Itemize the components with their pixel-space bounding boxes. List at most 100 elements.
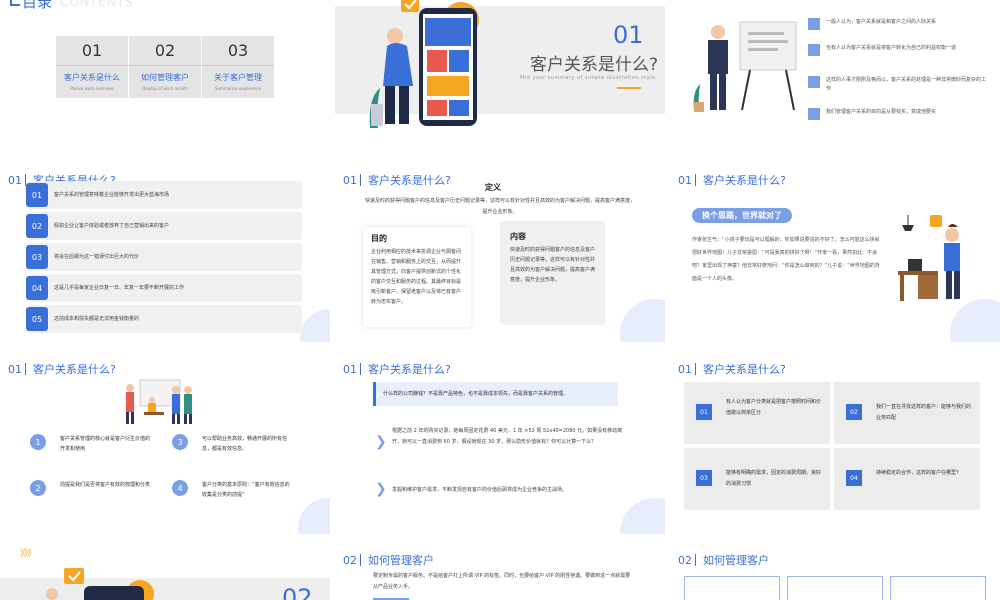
bullet-item-4: 我们管理客户关系的目的是从要找买，变成他要买 (808, 108, 988, 120)
item-number-badge: 05 (26, 307, 48, 331)
number-circle-icon: 4 (172, 480, 188, 496)
bullet-square-icon (808, 44, 820, 56)
slide-presenter-bullets[interactable]: 一般人认为，客户关系就是和客户之间的人际关系 也有人认为客户关系就是将客户转化为… (670, 0, 1000, 153)
bullet-item-1: 一般人认为，客户关系就是和客户之间的人际关系 (808, 18, 988, 30)
content-heading: 内容 (510, 232, 526, 241)
slide-manage-customers-2[interactable]: 02 如何管理客户 (670, 540, 1000, 600)
slide-title: 客户关系是什么? (368, 363, 451, 376)
goal-text: 企业利用相应的技术来协调企业与顾客间在销售、营销和服务上的交互，从而提升其管理方… (371, 249, 462, 305)
item-text: 将会在后期为这一错误付出巨大的代价 (54, 254, 140, 260)
slide-definition[interactable]: 01 客户关系是什么? 定义 快速及时的获得问题客户的信息及客户历史问题记录等，… (335, 159, 665, 342)
contents-item-num: 03 (227, 41, 249, 60)
card-number-badge: 03 (696, 470, 712, 486)
bullet-text: 我们管理客户关系的目的是从要找买，变成他要买 (826, 109, 937, 115)
section-underline (617, 87, 641, 89)
outline-card (890, 576, 986, 600)
banner-text: 什么样的公司赚钱？不是靠产品特色，也不是靠成本领先，而是靠客户关系的管理。 (383, 391, 569, 397)
slide-numbered-list[interactable]: 01 客户关系是什么? 01 客户关系的管理意味着企业能够开发出更大蓝海市场 0… (0, 159, 330, 342)
contents-title-bar (10, 0, 20, 6)
card-number-badge: 02 (846, 404, 862, 420)
circle-item-1: 1 客户关系管理的核心就是客户衍生价值的开发和使用 (30, 434, 150, 454)
banner-accent (373, 382, 376, 406)
presenter-illustration (693, 21, 797, 112)
contents-item-sub: Display of work results (142, 86, 188, 91)
slide-number: 01 (8, 174, 22, 187)
number-circle-icon: 3 (172, 434, 188, 450)
slide-circle-list[interactable]: 01 客户关系是什么? 1 客户关系管理的核心就是客户衍生价值的开发和使用 3 … (0, 348, 330, 534)
intro-text: 要定制专属的客户服务、不是给客户打上所谓 VIP 的标签。同时，也要给客户 VI… (373, 573, 631, 590)
contents-item-3[interactable]: 03 关于客户管理 Summarize experience (202, 36, 274, 98)
item-number-badge: 01 (26, 183, 48, 207)
desk-illustration (898, 215, 960, 301)
grid-card: 04 持续稳定的合作，这样的客户在哪里？ (834, 448, 980, 510)
card-text: 能够有明确的需求，固定的消费周期，良好的消费习惯 (726, 470, 822, 487)
item-text: 假如企业让客户体验或者放弃了自己营销出来的客户 (54, 223, 170, 229)
chevrons: 》》》 (20, 549, 36, 559)
number-circle-icon: 1 (30, 434, 46, 450)
circle-item-text: 可以帮助业务高效，畅通开展的所有信息，都是有效信息。 (202, 436, 288, 452)
highlight-banner: 什么样的公司赚钱？不是靠产品特色，也不是靠成本领先，而是靠客户关系的管理。 (373, 382, 618, 406)
card-text: 有人认为客户分类就是把客户按照时间和价值做以简单区分 (726, 399, 822, 416)
section-title: 客户关系是什么? (530, 55, 659, 75)
slide-number: 01 (343, 363, 357, 376)
content-card: 内容 快速及时的获得问题客户的信息及客户历史问题记录等，这样可以有针对性并且高效… (500, 221, 605, 325)
slide-grid: 目录 CONTENTS 01 客户关系是什么 Please work overv… (0, 0, 1000, 600)
chevron-right-icon: ❯ (375, 481, 387, 497)
item-number-badge: 04 (26, 276, 48, 300)
contents-item-2[interactable]: 02 如何管理客户 Display of work results (129, 36, 201, 98)
card-number-badge: 04 (846, 470, 862, 486)
grid-card: 02 我们一直在寻找这样的客户：能够与我们的业务匹配 (834, 382, 980, 444)
list-item: 04 这是几乎是每家企业日复一日、年复一年要不断开展的工作 (26, 274, 302, 302)
card-text: 我们一直在寻找这样的客户：能够与我们的业务匹配 (876, 404, 972, 421)
slide-title: 客户关系是什么? (703, 363, 786, 376)
goal-card: 目的 企业利用相应的技术来协调企业与顾客间在销售、营销和服务上的交互，从而提升其… (363, 227, 471, 327)
slide-number: 01 (8, 363, 22, 376)
contents-item-num: 02 (154, 41, 176, 60)
team-illustration (126, 379, 192, 424)
outline-card (684, 576, 780, 600)
slide-story[interactable]: 01 客户关系是什么? 换个思路，世界就对了 作家张生气：“小孩子要玩是可以理解… (670, 159, 1000, 342)
contents-item-label: 如何管理客户 (141, 73, 189, 82)
slide-title: 如何管理客户 (703, 554, 769, 567)
section-number: 01 (613, 21, 644, 49)
slide-section-01[interactable]: 01 客户关系是什么? Mid your summary of simple i… (335, 0, 665, 153)
contents-title: 目录 (22, 0, 53, 11)
item-number-badge: 02 (26, 214, 48, 238)
bullet-item-3: 这样的人事才刚刚及格而以，客户关系的处理是一种非常微妙而复杂的工作 (808, 76, 988, 94)
goal-heading: 目的 (371, 234, 387, 243)
definition-heading: 定义 (485, 183, 501, 192)
list-item: 02 假如企业让客户体验或者放弃了自己营销出来的客户 (26, 212, 302, 240)
section-number: 02 (282, 584, 313, 600)
item-text: 这是几乎是每家企业日复一日、年复一年要不断开展的工作 (54, 285, 185, 291)
slide-banner-paragraphs[interactable]: 01 客户关系是什么? 什么样的公司赚钱？不是靠产品特色，也不是靠成本领先，而是… (335, 348, 665, 534)
list-item: 03 将会在后期为这一错误付出巨大的代价 (26, 243, 302, 271)
circle-item-text: 前提是我们是否将客户有效的梳理和分类 (60, 482, 151, 488)
section-subtitle: Mid your summary of simple illustration … (520, 75, 656, 81)
contents-item-1[interactable]: 01 客户关系是什么 Please work overview (56, 36, 128, 98)
slide-contents[interactable]: 目录 CONTENTS 01 客户关系是什么 Please work overv… (0, 0, 330, 153)
phone-illustration (369, 0, 479, 128)
slide-number: 01 (343, 174, 357, 187)
phone-illustration (46, 568, 154, 600)
story-badge: 换个思路，世界就对了 (692, 208, 792, 223)
slide-title: 客户关系是什么? (703, 174, 786, 187)
slide-title: 客户关系是什么? (368, 174, 451, 187)
item-number-badge: 03 (26, 245, 48, 269)
bullet-item-2: 也有人认为客户关系就是将客户转化为自己的利益权衡一道 (808, 44, 988, 56)
list-item: 05 这前成本和损失都是无法用金钱衡量的 (26, 305, 302, 333)
paragraph-2: 发掘和维护客户需求，不断发现自有客户的价值后顾将成为企业竞争的主战场。 (392, 487, 568, 493)
slide-number: 02 (678, 554, 692, 567)
slide-number: 02 (343, 554, 357, 567)
card-text: 持续稳定的合作，这样的客户在哪里？ (876, 470, 962, 476)
slide-card-grid[interactable]: 01 客户关系是什么? 01 有人认为客户分类就是把客户按照时间和价值做以简单区… (670, 348, 1000, 534)
circle-item-2: 2 前提是我们是否将客户有效的梳理和分类 (30, 480, 151, 496)
bullet-text: 一般人认为，客户关系就是和客户之间的人际关系 (826, 19, 937, 25)
story-text: 作家张生气：“小孩子要玩是可以理解的，你如果说要说的不好了。怎么可能这么快就把好… (692, 237, 880, 282)
item-text: 这前成本和损失都是无法用金钱衡量的 (54, 316, 140, 322)
slide-number: 01 (678, 174, 692, 187)
card-number-badge: 01 (696, 404, 712, 420)
slide-section-02[interactable]: 》》》 02 (0, 540, 330, 600)
slide-manage-customers[interactable]: 02 如何管理客户 要定制专属的客户服务、不是给客户打上所谓 VIP 的标签。同… (335, 540, 665, 600)
slide-title: 客户关系是什么? (33, 363, 116, 376)
circle-item-4: 4 客户分类的基本原则：“客户有效信息的收集是分类的前提” (172, 480, 292, 500)
